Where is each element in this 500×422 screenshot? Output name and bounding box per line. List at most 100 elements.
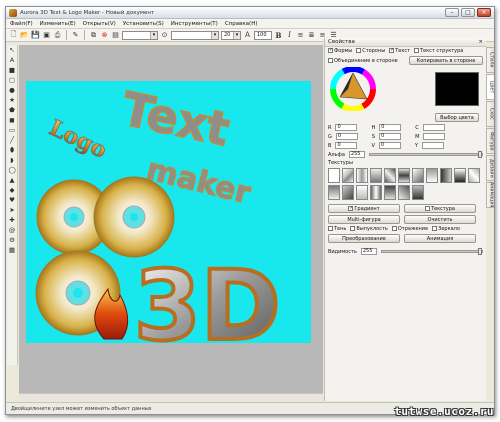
texture-swatch[interactable] <box>398 168 410 183</box>
texture-swatch[interactable] <box>356 185 368 200</box>
menu-settings[interactable]: Установить(S) <box>123 21 164 27</box>
maximize-button[interactable]: □ <box>461 8 475 17</box>
zoom-combo[interactable]: 100 <box>254 30 272 40</box>
tab-bevel[interactable]: Скос <box>486 101 494 127</box>
texture-swatch[interactable] <box>398 185 410 200</box>
texture-swatch[interactable] <box>384 185 396 200</box>
check-text[interactable]: Текст <box>389 47 410 54</box>
texture-swatch[interactable] <box>342 185 354 200</box>
align-center-icon[interactable]: ≣ <box>307 31 316 40</box>
texture-swatch[interactable] <box>426 168 438 183</box>
texture-swatch[interactable] <box>454 168 466 183</box>
font-settings-icon[interactable]: ⊙ <box>160 31 169 40</box>
diamond-tool-icon[interactable]: ◆ <box>9 187 16 194</box>
pentagon-tool-icon[interactable]: ⬟ <box>9 107 16 114</box>
texture-button[interactable]: Текстура <box>404 204 476 213</box>
s-input[interactable]: 0 <box>379 133 402 140</box>
check-shapes[interactable]: Формы <box>328 47 352 54</box>
texture-swatch[interactable] <box>328 168 340 183</box>
star-tool-icon[interactable]: ★ <box>9 97 16 104</box>
gear-tool-icon[interactable]: ⚙ <box>9 237 16 244</box>
spiral-tool-icon[interactable]: @ <box>9 227 16 234</box>
alpha-slider[interactable] <box>368 151 483 158</box>
v-input[interactable]: 0 <box>378 142 401 149</box>
open-file-icon[interactable]: 📂 <box>20 31 29 40</box>
r-input[interactable]: 0 <box>335 124 358 131</box>
style-combo[interactable]: ▾ <box>171 30 219 40</box>
texture-swatch[interactable] <box>370 185 382 200</box>
heart-tool-icon[interactable]: ♥ <box>9 197 16 204</box>
panel-close-icon[interactable]: × <box>478 39 483 45</box>
tab-design[interactable]: Дизайн <box>486 155 494 181</box>
check-sides[interactable]: Стороны <box>356 48 385 54</box>
h-input[interactable]: 0 <box>379 124 402 131</box>
opacity-slider[interactable] <box>380 248 483 255</box>
circle-tool-icon[interactable]: ● <box>9 87 16 94</box>
rectangle-tool-icon[interactable]: ■ <box>9 67 16 74</box>
ellipse-tool-icon[interactable]: ⬮ <box>9 147 16 154</box>
alpha-input[interactable]: 255 <box>348 151 365 158</box>
b-input[interactable]: 0 <box>335 142 358 149</box>
check-text-structure[interactable]: Текст структура <box>414 48 463 54</box>
pick-color-button[interactable]: Выбор цвета <box>435 113 479 122</box>
menu-edit[interactable]: Изменить(E) <box>40 21 76 27</box>
color-swatch[interactable] <box>435 72 479 106</box>
texture-swatch[interactable] <box>412 185 424 200</box>
flag-mirror[interactable]: Зеркало <box>432 226 460 232</box>
gradient-button[interactable]: Градиент <box>328 204 400 213</box>
image-tool-icon[interactable]: ▦ <box>9 247 16 254</box>
m-input[interactable] <box>423 133 446 140</box>
texture-swatch[interactable] <box>468 168 480 183</box>
texture-swatch[interactable] <box>356 168 368 183</box>
texture-swatch[interactable] <box>384 168 396 183</box>
copy-icon[interactable]: ⧉ <box>89 31 98 40</box>
paste-icon[interactable]: ▤ <box>111 31 120 40</box>
menu-help[interactable]: Справка(H) <box>225 21 258 27</box>
texture-swatch[interactable] <box>440 168 452 183</box>
new-file-icon[interactable]: 🗋 <box>9 30 18 40</box>
minimize-button[interactable]: – <box>445 8 459 17</box>
copy-side-button[interactable]: Копировать в стороне <box>409 56 483 65</box>
y-input[interactable] <box>421 142 444 149</box>
canvas-horizontal-scrollbar[interactable] <box>19 393 323 401</box>
triangle-tool-icon[interactable]: ▲ <box>9 177 16 184</box>
export-icon[interactable]: ⎙ <box>53 31 62 40</box>
flag-bevel[interactable]: Выпуклость <box>350 226 388 232</box>
check-merge-side[interactable]: Объединение в стороне <box>328 57 398 64</box>
flag-shadow[interactable]: Тень <box>328 226 346 232</box>
ring-tool-icon[interactable]: ◯ <box>9 167 16 174</box>
clear-button[interactable]: Очистить <box>404 215 476 224</box>
rect-outline-tool-icon[interactable]: ▭ <box>9 127 16 134</box>
texture-swatch[interactable] <box>412 168 424 183</box>
texture-swatch[interactable] <box>328 185 340 200</box>
save-icon[interactable]: 💾 <box>31 31 40 40</box>
italic-icon[interactable]: I <box>285 31 294 40</box>
rounded-rect-tool-icon[interactable]: ▢ <box>9 77 16 84</box>
logo-text-art[interactable]: Logo <box>45 114 111 164</box>
opacity-input[interactable]: 255 <box>360 248 377 255</box>
texture-swatch[interactable] <box>342 168 354 183</box>
tab-styles[interactable]: Стили <box>486 47 494 73</box>
menu-view[interactable]: Открыть(V) <box>83 21 116 27</box>
tab-animation[interactable]: Анимация <box>486 182 494 208</box>
c-input[interactable] <box>422 124 445 131</box>
select-arrow-icon[interactable]: ↖ <box>9 47 16 54</box>
multi-figure-button[interactable]: Multi-фигура <box>328 215 400 224</box>
texture-swatch[interactable] <box>370 168 382 183</box>
arrow-tool-icon[interactable]: ➤ <box>9 207 16 214</box>
delete-icon[interactable]: ⊗ <box>100 31 109 40</box>
line-tool-icon[interactable]: ╱ <box>9 137 16 144</box>
font-combo[interactable]: ▾ <box>122 30 158 40</box>
design-canvas[interactable]: Logo Text maker 3D <box>26 81 311 343</box>
size-combo[interactable]: 20 ▾ <box>221 30 241 40</box>
align-left-icon[interactable]: ≡ <box>296 31 305 40</box>
arc-tool-icon[interactable]: ◗ <box>9 157 16 164</box>
menu-file[interactable]: Файл(F) <box>10 21 33 27</box>
menu-tools[interactable]: Инструменты(T) <box>171 21 218 27</box>
save-as-icon[interactable]: ▣ <box>42 31 51 40</box>
three-3d-art[interactable]: 3D <box>132 248 282 343</box>
animation-button[interactable]: Анимация <box>404 234 476 243</box>
cross-tool-icon[interactable]: ✚ <box>9 217 16 224</box>
canvas-area[interactable]: Logo Text maker 3D <box>19 45 323 401</box>
cd-disc-2[interactable] <box>93 176 175 258</box>
